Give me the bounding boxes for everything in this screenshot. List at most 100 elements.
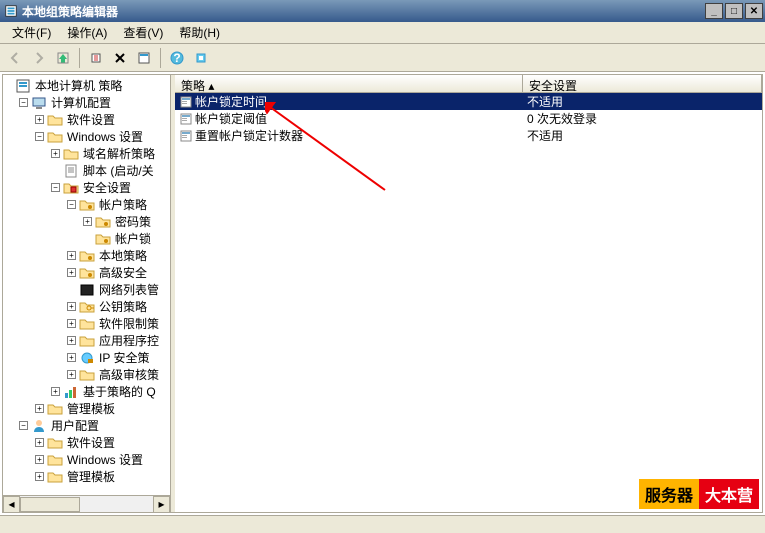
close-button[interactable]: ✕: [745, 3, 763, 19]
policy-icon: [15, 78, 31, 94]
scroll-thumb[interactable]: [20, 497, 80, 512]
app-icon: [4, 4, 18, 18]
expand-icon[interactable]: +: [35, 404, 44, 413]
collapse-icon[interactable]: −: [19, 98, 28, 107]
tree-item[interactable]: −安全设置: [3, 179, 170, 196]
expand-icon[interactable]: +: [35, 472, 44, 481]
expand-icon[interactable]: +: [67, 336, 76, 345]
tree-item[interactable]: +软件设置: [3, 434, 170, 451]
watermark: 服务器 大本营: [639, 479, 759, 509]
export-button[interactable]: [85, 47, 107, 69]
expand-icon[interactable]: +: [67, 302, 76, 311]
tree-item[interactable]: +域名解析策略: [3, 145, 170, 162]
folder-icon: [63, 146, 79, 162]
svg-text:?: ?: [173, 51, 180, 65]
tree-item[interactable]: +基于策略的 Q: [3, 383, 170, 400]
folder-icon: [79, 333, 95, 349]
tree-item[interactable]: +软件限制策: [3, 315, 170, 332]
ipsec-icon: [79, 350, 95, 366]
security-icon: [63, 180, 79, 196]
menu-help[interactable]: 帮助(H): [171, 22, 228, 43]
tree-item[interactable]: +应用程序控: [3, 332, 170, 349]
expand-icon[interactable]: +: [67, 251, 76, 260]
back-button: [4, 47, 26, 69]
tree-item[interactable]: −计算机配置: [3, 94, 170, 111]
tree-item[interactable]: +IP 安全策: [3, 349, 170, 366]
tree-item[interactable]: −用户配置: [3, 417, 170, 434]
tree-item[interactable]: +管理模板: [3, 468, 170, 485]
expand-icon[interactable]: +: [51, 387, 60, 396]
tree-item[interactable]: +密码策: [3, 213, 170, 230]
statusbar: [0, 515, 765, 533]
folder-icon: [47, 435, 63, 451]
expand-icon[interactable]: +: [67, 268, 76, 277]
no-toggle: [67, 285, 76, 294]
no-toggle: [3, 81, 12, 90]
minimize-button[interactable]: _: [705, 3, 723, 19]
expand-icon[interactable]: +: [67, 353, 76, 362]
expand-icon[interactable]: +: [35, 438, 44, 447]
no-toggle: [51, 166, 60, 175]
menu-view[interactable]: 查看(V): [115, 22, 171, 43]
collapse-icon[interactable]: −: [67, 200, 76, 209]
tree-item[interactable]: −帐户策略: [3, 196, 170, 213]
tree-item[interactable]: 本地计算机 策略: [3, 77, 170, 94]
tree-item[interactable]: +管理模板: [3, 400, 170, 417]
tree-item[interactable]: −Windows 设置: [3, 128, 170, 145]
folderlock-icon: [95, 231, 111, 247]
tree-hscrollbar[interactable]: ◂ ▸: [3, 495, 170, 512]
tree-item[interactable]: +高级审核策: [3, 366, 170, 383]
tree-item[interactable]: +Windows 设置: [3, 451, 170, 468]
no-toggle: [83, 234, 92, 243]
list-row[interactable]: 重置帐户锁定计数器不适用: [175, 127, 762, 144]
expand-icon[interactable]: +: [67, 319, 76, 328]
tree-item[interactable]: +本地策略: [3, 247, 170, 264]
expand-icon[interactable]: +: [67, 370, 76, 379]
tree-item[interactable]: +公钥策略: [3, 298, 170, 315]
sort-indicator-icon: ▴: [208, 79, 214, 93]
toolbar-separator: [79, 48, 80, 68]
column-policy[interactable]: 策略 ▴: [175, 75, 523, 92]
policy-cell: 重置帐户锁定计数器: [175, 126, 523, 145]
collapse-icon[interactable]: −: [35, 132, 44, 141]
folderlock-icon: [79, 265, 95, 281]
menu-file[interactable]: 文件(F): [4, 22, 59, 43]
list-pane: 策略 ▴ 安全设置 帐户锁定时间不适用帐户锁定阈值0 次无效登录重置帐户锁定计数…: [175, 75, 762, 512]
tree-item[interactable]: 脚本 (启动/关: [3, 162, 170, 179]
help-button[interactable]: ?: [166, 47, 188, 69]
menubar: 文件(F) 操作(A) 查看(V) 帮助(H): [0, 22, 765, 44]
delete-button[interactable]: [109, 47, 131, 69]
list-header: 策略 ▴ 安全设置: [175, 75, 762, 93]
expand-icon[interactable]: +: [35, 455, 44, 464]
collapse-icon[interactable]: −: [51, 183, 60, 192]
tree-item[interactable]: 网络列表管: [3, 281, 170, 298]
tree-item[interactable]: +软件设置: [3, 111, 170, 128]
tree-pane[interactable]: 本地计算机 策略−计算机配置+软件设置−Windows 设置+域名解析策略脚本 …: [3, 75, 171, 512]
policy-item-icon: [179, 95, 193, 109]
collapse-icon[interactable]: −: [19, 421, 28, 430]
scroll-left-button[interactable]: ◂: [3, 496, 20, 513]
policy-item-icon: [179, 112, 193, 126]
scroll-right-button[interactable]: ▸: [153, 496, 170, 513]
scroll-track[interactable]: [20, 496, 153, 513]
list-body[interactable]: 帐户锁定时间不适用帐户锁定阈值0 次无效登录重置帐户锁定计数器不适用: [175, 93, 762, 512]
up-button[interactable]: [52, 47, 74, 69]
expand-icon[interactable]: +: [83, 217, 92, 226]
folder-icon: [47, 112, 63, 128]
netlist-icon: [79, 282, 95, 298]
watermark-part2: 大本营: [699, 479, 759, 509]
list-row[interactable]: 帐户锁定阈值0 次无效登录: [175, 110, 762, 127]
column-setting[interactable]: 安全设置: [523, 75, 762, 92]
expand-icon[interactable]: +: [51, 149, 60, 158]
refresh-button[interactable]: [190, 47, 212, 69]
setting-cell: 不适用: [523, 126, 567, 145]
toolbar-separator: [160, 48, 161, 68]
expand-icon[interactable]: +: [35, 115, 44, 124]
watermark-part1: 服务器: [639, 479, 699, 509]
menu-action[interactable]: 操作(A): [59, 22, 115, 43]
tree-item[interactable]: +高级安全: [3, 264, 170, 281]
maximize-button[interactable]: □: [725, 3, 743, 19]
tree-item[interactable]: 帐户锁: [3, 230, 170, 247]
properties-button[interactable]: [133, 47, 155, 69]
list-row[interactable]: 帐户锁定时间不适用: [175, 93, 762, 110]
